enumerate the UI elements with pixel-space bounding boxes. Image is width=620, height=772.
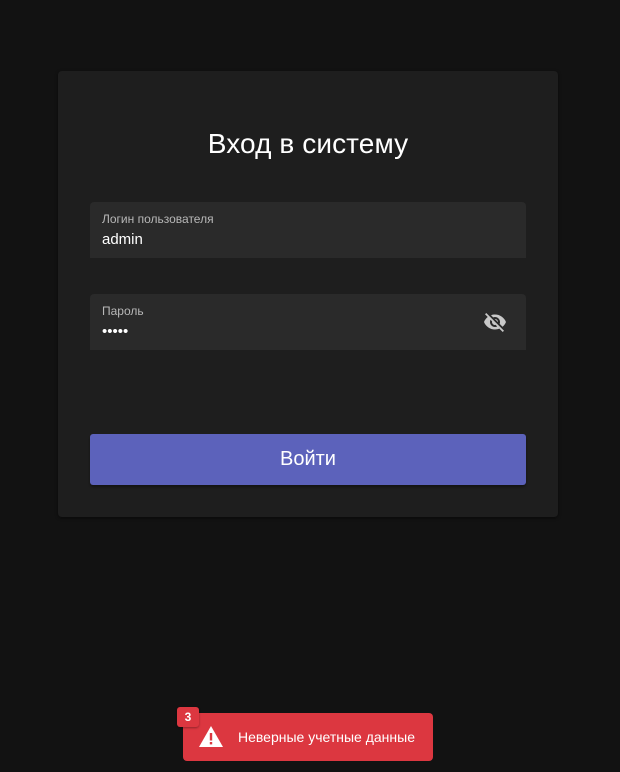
password-field[interactable]: Пароль bbox=[90, 294, 526, 350]
page-title: Вход в систему bbox=[207, 128, 409, 159]
error-toast[interactable]: Неверные учетные данные bbox=[183, 713, 433, 761]
username-label: Логин пользователя bbox=[102, 212, 214, 226]
username-field[interactable]: Логин пользователя bbox=[90, 202, 526, 258]
toast-count-badge: 3 bbox=[177, 707, 199, 727]
eye-off-icon[interactable] bbox=[482, 310, 508, 334]
password-input[interactable] bbox=[102, 320, 462, 342]
toast-message: Неверные учетные данные bbox=[238, 729, 415, 745]
username-input[interactable] bbox=[102, 228, 462, 250]
warning-icon bbox=[199, 726, 223, 748]
login-button[interactable]: Войти bbox=[90, 434, 526, 485]
password-label: Пароль bbox=[102, 304, 144, 318]
login-page: Вход в систему Логин пользователя Пароль… bbox=[0, 0, 620, 772]
